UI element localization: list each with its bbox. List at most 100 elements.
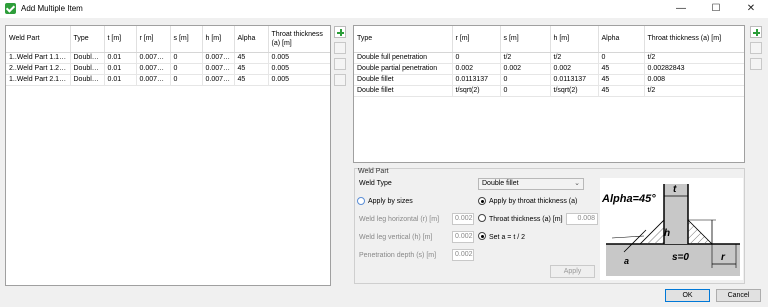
table-cell[interactable]: 0.007071	[202, 52, 235, 64]
table-cell[interactable]: 0.0113137	[452, 74, 501, 86]
type-side-button-3[interactable]	[750, 58, 762, 70]
table-cell[interactable]: t/2	[644, 52, 744, 64]
leg-vertical-input[interactable]: 0.002	[452, 231, 474, 243]
ok-button[interactable]: OK	[665, 289, 710, 302]
penetration-depth-label: Penetration depth (s) [m]	[359, 252, 437, 259]
close-button[interactable]: ✕	[734, 0, 768, 18]
column-header[interactable]: Throat thickness (a) [m]	[644, 26, 744, 53]
table-cell[interactable]: 0.002	[550, 63, 599, 75]
table-cell[interactable]: 0.007071	[202, 74, 235, 86]
table-cell[interactable]: 0.01	[104, 63, 137, 75]
minimize-button[interactable]: —	[664, 0, 698, 18]
throat-thickness-input[interactable]: 0.008	[566, 213, 598, 225]
table-cell[interactable]: 1..Weld Part 1.1 [1.1]	[6, 52, 71, 64]
column-header[interactable]: Alpha	[598, 26, 645, 53]
table-cell[interactable]: 45	[598, 74, 645, 86]
table-cell[interactable]: 0	[170, 52, 203, 64]
table-cell[interactable]: 0.007071	[202, 63, 235, 75]
maximize-button[interactable]: ☐	[699, 0, 733, 18]
leg-horizontal-input[interactable]: 0.002	[452, 213, 474, 225]
side-button-4[interactable]	[334, 74, 346, 86]
add-multiple-item-window: Add Multiple Item — ☐ ✕ Weld Part Type t […	[0, 0, 768, 307]
column-header[interactable]: Type	[70, 26, 105, 53]
table-cell[interactable]: t/sqrt(2)	[452, 85, 501, 97]
table-cell[interactable]: 0.0113137	[550, 74, 599, 86]
table-cell[interactable]: Double fi	[70, 52, 105, 64]
diagram-alpha-label: Alpha=45°	[601, 193, 656, 205]
table-cell[interactable]: Double fi	[70, 74, 105, 86]
table-cell[interactable]: 0.007071	[136, 52, 171, 64]
table-row[interactable]: 1..Weld Part 1.1 [1.1] Double fi 0.01 0.007…	[6, 52, 330, 64]
table-cell[interactable]: 1..Weld Part 2.1 [-1...	[6, 74, 71, 86]
apply-button[interactable]: Apply	[550, 265, 595, 278]
column-header[interactable]: s [m]	[500, 26, 551, 53]
table-cell[interactable]: 45	[234, 52, 269, 64]
penetration-depth-input[interactable]: 0.002	[452, 249, 474, 261]
table-cell[interactable]: 0.002	[500, 63, 551, 75]
weld-parts-grid[interactable]: Weld Part Type t [m] r [m] s [m] h [m] Alpha Th…	[5, 25, 331, 286]
table-cell[interactable]: Double fi	[70, 63, 105, 75]
table-cell[interactable]: Double partial penetration	[354, 63, 453, 75]
table-cell[interactable]: t/2	[500, 52, 551, 64]
column-header[interactable]: h [m]	[202, 26, 235, 53]
apply-by-throat-radio[interactable]	[478, 197, 486, 205]
weld-diagram: Alpha=45° t h s=0 r a	[600, 178, 743, 280]
side-button-3[interactable]	[334, 58, 346, 70]
table-row[interactable]: 1..Weld Part 2.1 [-1... Double fi 0.01 0.00…	[6, 74, 330, 86]
column-header[interactable]: Alpha	[234, 26, 269, 53]
table-row[interactable]: Double fillet 0.0113137 0 0.0113137 45 0.008	[354, 74, 744, 86]
table-row[interactable]: Double fillet t/sqrt(2) 0 t/sqrt(2) 45 t/2	[354, 85, 744, 97]
table-cell[interactable]: Double full penetration	[354, 52, 453, 64]
type-side-button-2[interactable]	[750, 42, 762, 54]
weld-types-grid[interactable]: Type r [m] s [m] h [m] Alpha Throat thickness…	[353, 25, 745, 163]
table-cell[interactable]: 0.008	[644, 74, 744, 86]
table-cell[interactable]: 0	[452, 52, 501, 64]
table-cell[interactable]: t/sqrt(2)	[550, 85, 599, 97]
column-header[interactable]: Throat thickness (a) [m]	[268, 26, 330, 53]
table-cell[interactable]: 0	[170, 74, 203, 86]
column-header[interactable]: r [m]	[452, 26, 501, 53]
side-button-2[interactable]	[334, 42, 346, 54]
table-cell[interactable]: 0.01	[104, 52, 137, 64]
table-cell[interactable]: 0.005	[268, 74, 330, 86]
table-cell[interactable]: t/2	[550, 52, 599, 64]
column-header[interactable]: Type	[354, 26, 453, 53]
column-header[interactable]: r [m]	[136, 26, 171, 53]
table-row[interactable]: Double partial penetration 0.002 0.002 0.00…	[354, 63, 744, 75]
add-type-button[interactable]	[750, 26, 762, 38]
table-cell[interactable]: 45	[234, 74, 269, 86]
cancel-button[interactable]: Cancel	[716, 289, 761, 302]
table-cell[interactable]: 0.01	[104, 74, 137, 86]
table-cell[interactable]: 2..Weld Part 1.2 [1.1]	[6, 63, 71, 75]
table-cell[interactable]: 0	[500, 85, 551, 97]
column-header[interactable]: t [m]	[104, 26, 137, 53]
add-row-button[interactable]	[334, 26, 346, 38]
column-header[interactable]: s [m]	[170, 26, 203, 53]
table-cell[interactable]: 45	[234, 63, 269, 75]
apply-by-sizes-label: Apply by sizes	[368, 198, 413, 205]
set-a-radio[interactable]	[478, 232, 486, 240]
table-cell[interactable]: 0	[170, 63, 203, 75]
table-cell[interactable]: Double fillet	[354, 85, 453, 97]
table-cell[interactable]: 0.005	[268, 63, 330, 75]
column-header[interactable]: Weld Part	[6, 26, 71, 53]
table-cell[interactable]: t/2	[644, 85, 744, 97]
table-cell[interactable]: 0	[598, 52, 645, 64]
table-cell[interactable]: 0.007071	[136, 63, 171, 75]
table-cell[interactable]: 0.00282843	[644, 63, 744, 75]
column-header[interactable]: h [m]	[550, 26, 599, 53]
table-cell[interactable]: Double fillet	[354, 74, 453, 86]
apply-by-sizes-radio[interactable]	[357, 197, 365, 205]
table-cell[interactable]: 45	[598, 63, 645, 75]
throat-thickness-radio[interactable]	[478, 214, 486, 222]
weld-type-select[interactable]: Double fillet ⌄	[478, 178, 584, 190]
table-cell[interactable]: 0.002	[452, 63, 501, 75]
table-cell[interactable]: 45	[598, 85, 645, 97]
table-cell[interactable]: 0.007071	[136, 74, 171, 86]
table-cell[interactable]: 0	[500, 74, 551, 86]
chevron-down-icon: ⌄	[574, 180, 580, 187]
table-row[interactable]: 2..Weld Part 1.2 [1.1] Double fi 0.01 0.007…	[6, 63, 330, 75]
table-row[interactable]: Double full penetration 0 t/2 t/2 0 t/2	[354, 52, 744, 64]
table-cell[interactable]: 0.005	[268, 52, 330, 64]
title-bar: Add Multiple Item — ☐ ✕	[0, 0, 768, 18]
